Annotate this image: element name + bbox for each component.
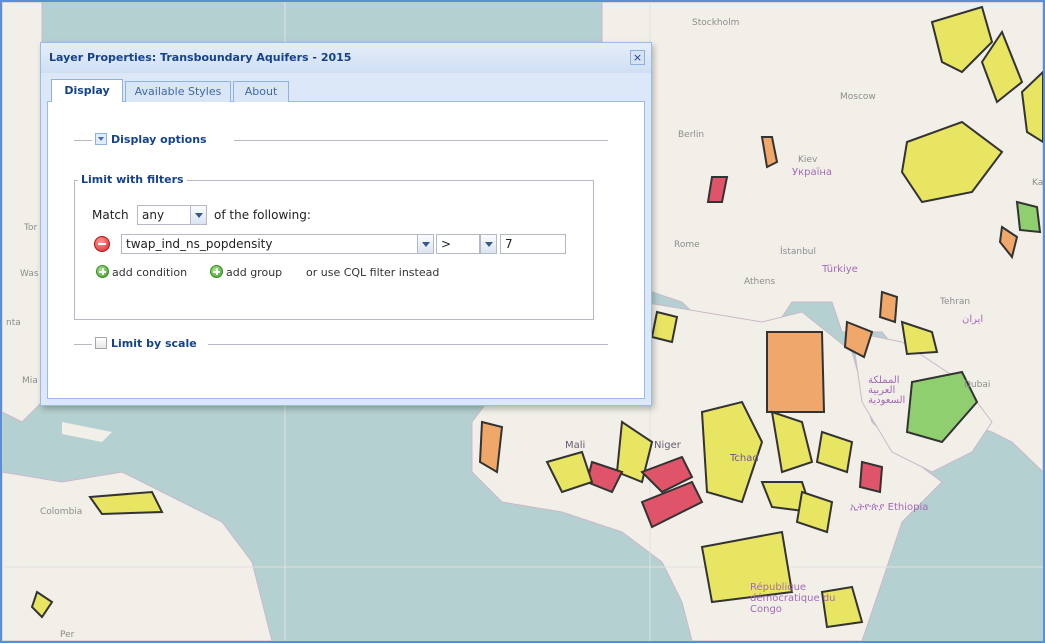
tab-bar: Display Available Styles About <box>47 77 645 102</box>
add-group-link[interactable]: add group <box>210 265 282 279</box>
operator-select-trigger[interactable] <box>480 234 497 254</box>
match-select[interactable]: any <box>137 205 191 225</box>
land-north-america <box>2 2 43 423</box>
cql-filter-label[interactable]: or use CQL filter instead <box>306 266 439 279</box>
match-suffix-label: of the following: <box>214 208 311 222</box>
cql-filter-link[interactable]: or use CQL filter instead <box>306 265 439 279</box>
add-group-icon <box>210 265 223 278</box>
value-input[interactable]: 7 <box>500 234 566 254</box>
collapse-toggle-icon[interactable] <box>95 133 107 145</box>
match-select-trigger[interactable] <box>190 205 207 225</box>
fieldset-line <box>74 344 92 345</box>
dialog-title: Layer Properties: Transboundary Aquifers… <box>49 51 352 64</box>
fieldset-line <box>234 140 608 141</box>
remove-condition-button[interactable] <box>94 236 110 252</box>
limit-scale-legend[interactable]: Limit by scale <box>92 337 200 351</box>
add-condition-link[interactable]: add condition <box>96 265 187 279</box>
display-panel: Display options Limit with filters Match… <box>47 102 645 399</box>
dialog-header[interactable]: Layer Properties: Transboundary Aquifers… <box>41 43 651 73</box>
display-options-legend[interactable]: Display options <box>92 133 210 147</box>
limit-scale-checkbox[interactable] <box>95 337 107 349</box>
match-prefix-label: Match <box>92 208 129 222</box>
limit-scale-label: Limit by scale <box>111 337 197 350</box>
tab-available-styles[interactable]: Available Styles <box>125 81 231 102</box>
attribute-select[interactable]: twap_ind_ns_popdensity <box>121 234 429 254</box>
close-button[interactable]: × <box>630 50 645 65</box>
fieldset-line <box>74 140 92 141</box>
add-group-label[interactable]: add group <box>226 266 282 279</box>
display-options-label: Display options <box>111 133 207 146</box>
operator-select[interactable]: > <box>436 234 480 254</box>
tab-display[interactable]: Display <box>51 79 123 102</box>
tab-about[interactable]: About <box>233 81 289 102</box>
add-condition-icon <box>96 265 109 278</box>
add-condition-label[interactable]: add condition <box>112 266 187 279</box>
limit-filters-legend: Limit with filters <box>78 173 187 187</box>
fieldset-line <box>208 344 608 345</box>
layer-properties-dialog: Layer Properties: Transboundary Aquifers… <box>40 42 652 406</box>
attribute-select-trigger[interactable] <box>417 234 434 254</box>
